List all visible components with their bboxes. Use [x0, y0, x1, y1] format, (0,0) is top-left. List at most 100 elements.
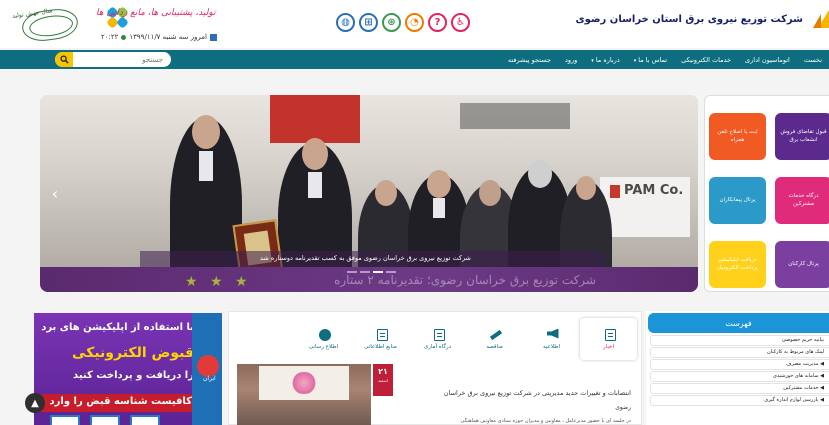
tab-statistics[interactable]: درگاه آماری — [409, 318, 466, 360]
star-icon: ★ — [185, 274, 198, 290]
tab-tenders-label: مناقصه — [486, 343, 503, 350]
news-month: اسفند — [378, 378, 388, 383]
org-logo[interactable]: شرکت توزیع نیروی برق استان خراسان رضوی — [575, 8, 829, 30]
tile-staff-portal[interactable]: پرتال کارکنان — [775, 241, 829, 288]
slider-dot-active[interactable] — [373, 271, 383, 273]
clock-icon — [121, 34, 127, 40]
campaign-text: تولید، پشتیبانی ها، مانع زدایی ها — [96, 8, 216, 18]
nav-menu: نخست اتوماسیون اداری خدمات الکترونیکی تم… — [501, 50, 829, 69]
chevron-down-icon: ▾ — [591, 57, 594, 64]
tab-announcements-label: اطلاعیه — [542, 343, 561, 350]
slide-caption[interactable]: شرکت توزیع نیروی برق خراسان رضوی موفق به… — [260, 254, 471, 262]
tab-broadcast-label: اطلاع رسانی — [308, 343, 339, 350]
slider-prev-arrow-icon[interactable]: ‹ — [48, 183, 62, 203]
slider-dot[interactable] — [347, 271, 357, 273]
search-button[interactable] — [55, 52, 73, 67]
news-thumbnail-flower — [289, 372, 319, 394]
login-icon[interactable]: ⊛ — [382, 13, 401, 32]
lightning-logo-icon — [807, 8, 829, 30]
news-icon — [602, 328, 616, 341]
news-summary: در جلسه ای با حضور مدیرعامل ، معاونین و … — [460, 418, 631, 424]
slide-banner-secondary — [460, 103, 570, 129]
tile-customer-portal[interactable]: درگاه خدمات مشترکین — [775, 177, 829, 224]
nav-item-home[interactable]: نخست — [797, 56, 829, 64]
promo-side-text: ایران — [203, 375, 216, 382]
date-text: امروز سه شنبه ۱۳۹۹/۱۱/۷ — [129, 33, 207, 41]
list-item[interactable]: ◀ سامانه های خورشیدی — [650, 371, 829, 382]
tab-announcements[interactable]: اطلاعیه — [523, 318, 580, 360]
slide-banner — [270, 95, 360, 143]
nav-item-automation[interactable]: اتوماسیون اداری — [738, 56, 797, 64]
tab-tenders[interactable]: مناقصه — [466, 318, 523, 360]
statistics-icon — [431, 328, 445, 341]
slider-dot[interactable] — [360, 271, 370, 273]
news-thumbnail[interactable] — [237, 364, 371, 425]
calendar-icon — [209, 33, 217, 41]
index-panel-title: فهرست — [725, 318, 752, 328]
promo-banner[interactable]: با استفاده از اپلیکیشن های برد قبوض الکت… — [34, 313, 222, 425]
nav-item-login[interactable]: ورود — [558, 56, 584, 64]
nav-item-advanced-search[interactable]: جستجو پیشرفته — [501, 56, 558, 64]
promo-line-4: کافیست شناسه قبض را وارد — [49, 396, 192, 407]
nav-item-contact-label: تماس با ما — [638, 55, 668, 64]
list-item[interactable]: بیانیه حریم خصوصی — [650, 335, 829, 346]
nav-item-about[interactable]: درباره ما▾ — [584, 56, 626, 64]
slider-dots — [347, 271, 396, 273]
search-box — [55, 52, 171, 67]
news-date-badge: ۲۱ اسفند — [373, 364, 393, 396]
tab-broadcast[interactable]: اطلاع رسانی — [295, 318, 352, 360]
tile-register-mobile[interactable]: ثبت یا اصلاح تلفن همراه — [709, 113, 766, 160]
header-icon-row: ◍ ⊞ ⊛ ◔ ? ♿ — [336, 13, 470, 32]
main-navbar: نخست اتوماسیون اداری خدمات الکترونیکی تم… — [0, 50, 829, 69]
date-line: امروز سه شنبه ۱۳۹۹/۱۱/۷ ۲۰:۲۲ — [101, 33, 217, 41]
globe-icon[interactable]: ◍ — [336, 13, 355, 32]
quick-access-panel: قبول تقاضای فروش انشعاب برق ثبت یا اصلاح… — [704, 95, 829, 292]
search-icon — [59, 55, 69, 64]
announcement-icon — [545, 328, 559, 341]
promo-app-chips — [50, 415, 160, 425]
tab-news[interactable]: اخبار — [580, 318, 637, 360]
campaign-banner: تولید، پشتیبانی ها، مانع زدایی ها — [96, 4, 216, 26]
index-panel-header: فهرست — [648, 313, 829, 333]
news-slider[interactable]: PAM Co. شرکت توزیع نیروی برق خراسان رضوی… — [40, 95, 698, 292]
list-item[interactable]: ◀ خدمات مشترکین — [650, 383, 829, 394]
tile-payment-apps[interactable]: دریافت اپلیکیشن پرداخت الکترونیک — [709, 241, 766, 288]
help-icon[interactable]: ? — [428, 13, 447, 32]
page: شرکت توزیع نیروی برق استان خراسان رضوی ◍… — [0, 0, 829, 425]
nav-item-e-services[interactable]: خدمات الکترونیکی — [674, 56, 738, 64]
list-item[interactable]: لینک های مربوط به کارکنان — [650, 347, 829, 358]
sitemap-icon[interactable]: ⊞ — [359, 13, 378, 32]
nav-item-contact[interactable]: تماس با ما▾ — [627, 56, 674, 64]
org-title: شرکت توزیع نیروی برق استان خراسان رضوی — [575, 13, 803, 25]
rss-icon[interactable]: ◔ — [405, 13, 424, 32]
app-chip — [130, 415, 160, 425]
news-title-continued[interactable]: رضوی — [615, 404, 631, 411]
broadcast-icon — [317, 328, 331, 341]
tile-contractor-portal[interactable]: پرتال پیمانکاران — [709, 177, 766, 224]
promo-line-2: قبوض الکترونیکی — [72, 345, 194, 361]
chevron-down-icon: ▾ — [633, 57, 637, 64]
nav-item-about-label: درباره ما — [595, 55, 620, 64]
app-chip — [50, 415, 80, 425]
tile-branch-request[interactable]: قبول تقاضای فروش انشعاب برق — [775, 113, 829, 160]
news-panel: اخبار اطلاعیه مناقصه درگاه آماری منابع ا… — [228, 311, 642, 425]
scroll-to-top-icon[interactable]: ▲ — [25, 393, 45, 413]
news-title[interactable]: انتصابات و تغییرات جدید مدیریتی در شرکت … — [391, 388, 631, 398]
site-header: شرکت توزیع نیروی برق استان خراسان رضوی ◍… — [0, 0, 829, 48]
sponsor-logo: PAM Co. — [609, 183, 684, 198]
star-icon: ★ — [235, 274, 248, 290]
promo-side-logo-icon — [197, 355, 219, 377]
time-text: ۲۰:۲۲ — [101, 33, 119, 41]
slide-bottom-text: شرکت توزیع برق خراسان رضوی؛ تقدیرنامه ۲ … — [334, 273, 596, 287]
list-item[interactable]: ◀ بازرسی لوازم اندازه گیری — [650, 395, 829, 406]
search-input[interactable] — [73, 52, 169, 67]
slider-dot[interactable] — [386, 271, 396, 273]
tab-resources[interactable]: منابع اطلاعاتی — [352, 318, 409, 360]
tab-resources-label: منابع اطلاعاتی — [364, 343, 397, 350]
list-item[interactable]: ◀ مدیریت مصرف — [650, 359, 829, 370]
index-list: بیانیه حریم خصوصی لینک های مربوط به کارک… — [650, 335, 829, 407]
tab-news-label: اخبار — [603, 343, 614, 350]
resources-icon — [374, 328, 388, 341]
accessibility-icon[interactable]: ♿ — [451, 13, 470, 32]
news-day: ۲۱ — [378, 367, 388, 376]
